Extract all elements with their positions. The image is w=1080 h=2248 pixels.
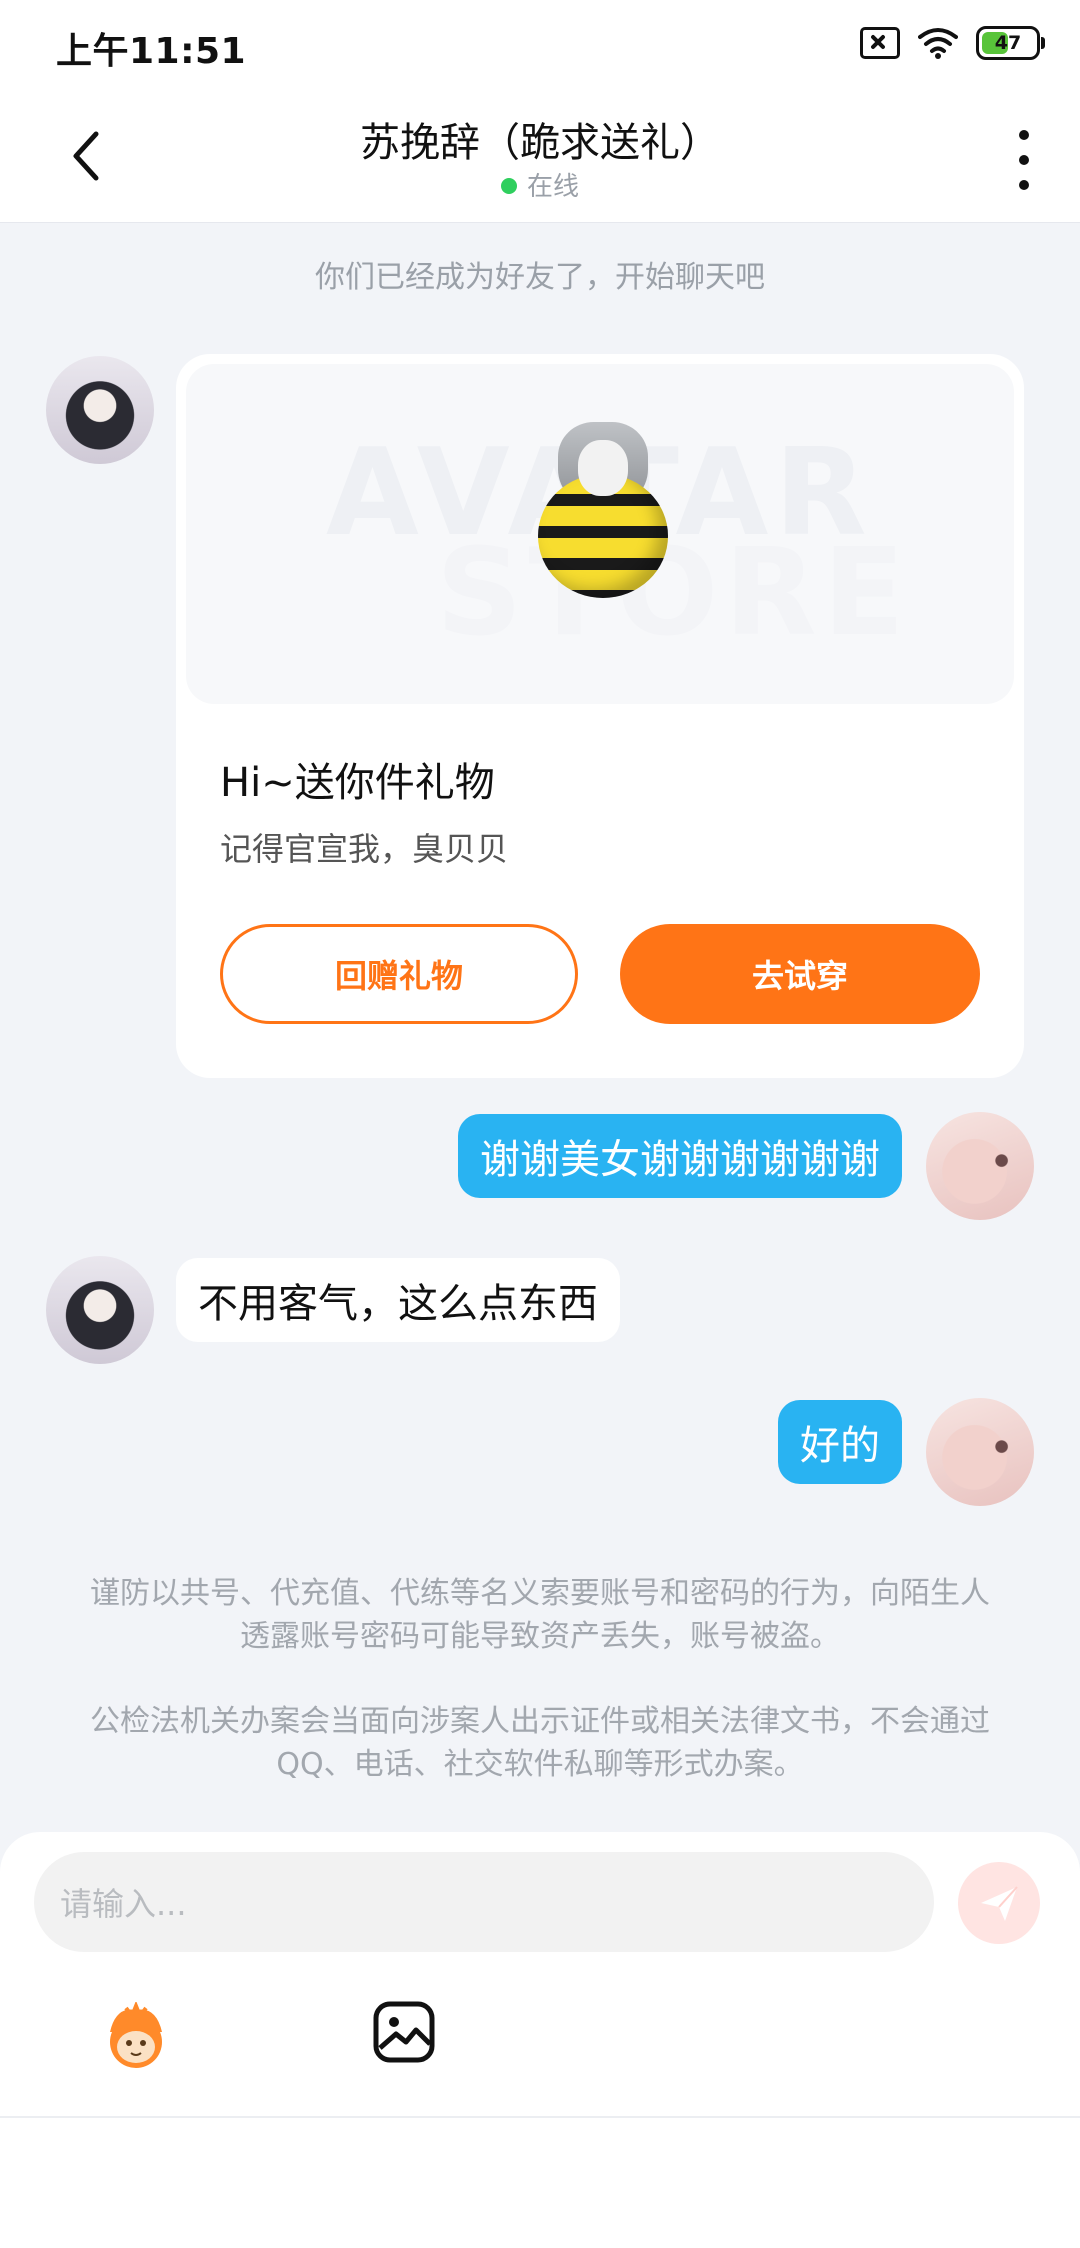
send-button[interactable] (958, 1862, 1040, 1944)
battery-icon: 47 (976, 26, 1045, 60)
online-status-label: 在线 (526, 172, 579, 202)
return-gift-button[interactable]: 回赠礼物 (220, 924, 578, 1024)
security-notice: 谨防以共号、代充值、代练等名义索要账号和密码的行为，向陌生人透露账号密码可能导致… (90, 1576, 990, 1654)
avatar[interactable] (46, 1256, 154, 1364)
avatar[interactable] (926, 1112, 1034, 1220)
avatar[interactable] (46, 356, 154, 464)
online-status: 在线 (0, 166, 1080, 203)
security-notice: 公检法机关办案会当面向涉案人出示证件或相关法律文书，不会通过QQ、电话、社交软件… (90, 1704, 990, 1782)
send-icon (981, 1886, 1018, 1921)
gift-card[interactable]: AVATAR STORE Hi~送你件礼物 记得官宣我，臭贝贝 回赠礼物 去试穿 (176, 354, 1024, 1078)
message-bubble-incoming[interactable]: 不用客气，这么点东西 (176, 1258, 620, 1342)
wifi-icon (918, 28, 958, 59)
gift-subtitle: 记得官宣我，臭贝贝 (220, 830, 509, 868)
chat-header: 苏挽辞（跪求送礼） 在线 (0, 96, 1080, 223)
try-on-button[interactable]: 去试穿 (620, 924, 980, 1024)
message-bubble-outgoing[interactable]: 好的 (778, 1400, 902, 1484)
more-options-button[interactable] (1004, 130, 1044, 190)
status-icons: 47 (860, 26, 1045, 60)
emoji-face-icon (110, 2002, 162, 2068)
image-button[interactable] (372, 2000, 436, 2064)
status-bar: 上午11:51 47 (0, 0, 1080, 96)
avatar[interactable] (926, 1398, 1034, 1506)
system-message: 你们已经成为好友了，开始聊天吧 (315, 260, 765, 295)
more-vertical-icon (1019, 130, 1029, 140)
page-title: 苏挽辞（跪求送礼） (360, 120, 720, 166)
emoji-button[interactable] (96, 2002, 176, 2072)
bottom-area (0, 2118, 1080, 2248)
status-time: 上午11:51 (56, 31, 247, 72)
battery-level: 47 (994, 32, 1022, 54)
gift-title: Hi~送你件礼物 (220, 760, 495, 806)
message-input[interactable]: 请输入... (34, 1852, 934, 1952)
input-area: 请输入... (0, 1832, 1080, 2116)
watermark-text: STORE (436, 524, 911, 663)
message-bubble-outgoing[interactable]: 谢谢美女谢谢谢谢谢谢 (458, 1114, 902, 1198)
sim-off-icon (860, 27, 900, 59)
gift-image: AVATAR STORE (186, 364, 1014, 704)
image-icon (373, 2001, 435, 2063)
online-dot-icon (500, 177, 517, 194)
